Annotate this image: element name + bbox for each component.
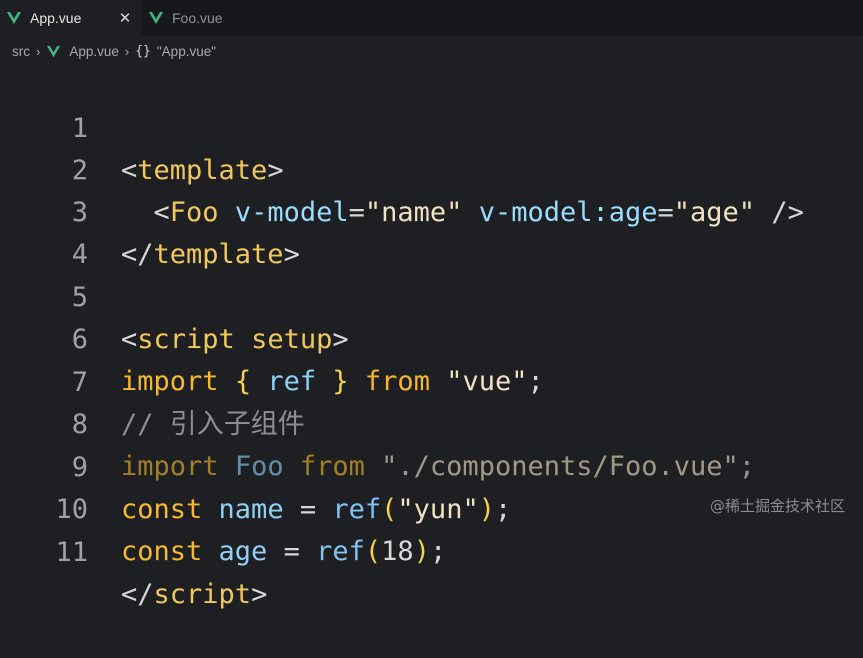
token: = [283, 536, 300, 567]
editor-tab-bar: App.vue ✕ Foo.vue [0, 0, 863, 36]
code-line: 6 import { ref } from "vue"; [0, 277, 863, 397]
chevron-right-icon: › [36, 43, 41, 59]
token: ( [364, 536, 382, 567]
code-line: 2 <Foo v-model="name" v-model:age="age" … [0, 108, 863, 228]
token: ; [429, 536, 447, 567]
breadcrumb-folder[interactable]: src [12, 44, 30, 59]
code-editor[interactable]: 1 <template> 2 <Foo v-model="name" v-mod… [0, 66, 863, 610]
braces-icon: {} [135, 43, 151, 59]
token: ref [316, 536, 365, 567]
token: 18 [381, 536, 414, 567]
tab-label: Foo.vue [172, 10, 223, 26]
code-line: 1 <template> [0, 66, 863, 186]
breadcrumb: src › App.vue › {} "App.vue" [0, 36, 863, 66]
close-icon[interactable]: ✕ [118, 9, 132, 27]
vue-logo-icon [149, 12, 163, 24]
token: </ [121, 579, 154, 610]
tab-foo-vue[interactable]: Foo.vue [142, 0, 262, 36]
watermark: @稀土掘金技术社区 [709, 497, 845, 515]
breadcrumb-file[interactable]: App.vue [69, 44, 119, 59]
code-line: 3 </template> [0, 150, 863, 270]
tab-app-vue[interactable]: App.vue ✕ [0, 0, 142, 36]
code-line: 9 const name = ref("yun"); [0, 405, 863, 525]
breadcrumb-symbol[interactable]: "App.vue" [157, 44, 216, 59]
token: age [218, 536, 268, 567]
token: > [251, 579, 268, 610]
code-line: 4 [0, 192, 863, 270]
vue-logo-icon [7, 12, 21, 24]
vue-logo-icon [47, 45, 61, 57]
token: script [153, 579, 252, 610]
tab-label: App.vue [30, 10, 82, 26]
code-line: 5 <script setup> [0, 235, 863, 355]
line-number: 11 [55, 537, 88, 568]
token: ) [413, 536, 430, 567]
code-line: 7 // 引入子组件 [0, 320, 863, 440]
token: const [121, 536, 203, 567]
chevron-right-icon: › [124, 43, 130, 59]
code-line: 8 import Foo from "./components/Foo.vue"… [0, 362, 863, 482]
code-line: 10 const age = ref(18); [0, 447, 863, 567]
